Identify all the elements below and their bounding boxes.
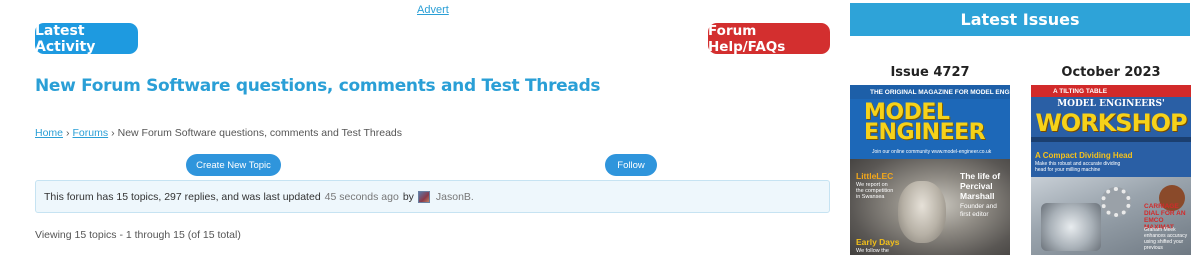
cover-top-strip: THE ORIGINAL MAGAZINE FOR MODEL ENGINEER… <box>850 85 1010 99</box>
page-title: New Forum Software questions, comments a… <box>35 76 601 96</box>
breadcrumb-home-link[interactable]: Home <box>35 127 63 139</box>
advert-link[interactable]: Advert <box>417 4 449 16</box>
follow-button[interactable]: Follow <box>605 154 657 176</box>
issue-label[interactable]: Issue 4727 <box>850 65 1010 85</box>
last-updated-link[interactable]: 45 seconds ago <box>325 191 399 203</box>
cover-right-text: Founder and first editor <box>960 203 997 218</box>
cover-left-text: We report on the competition in Swansea <box>856 182 894 200</box>
cover-logo: MODEL ENGINEER <box>864 102 1004 145</box>
gear-icon <box>1101 187 1131 217</box>
cover-masthead: WORKSHOP <box>1035 109 1187 137</box>
latest-issues-header: Latest Issues <box>850 3 1190 36</box>
cover-bottom-headline: Early Days <box>856 237 900 247</box>
cover-tagline: Join our online community www.model-engi… <box>872 149 992 155</box>
breadcrumb-separator: › <box>66 127 70 139</box>
cover-feature-headline: A Compact Dividing Head <box>1035 151 1133 160</box>
forum-info-box: This forum has 15 topics, 297 replies, a… <box>35 180 830 213</box>
create-new-topic-button[interactable]: Create New Topic <box>186 154 281 176</box>
model-engineer-cover-image[interactable]: THE ORIGINAL MAGAZINE FOR MODEL ENGINEER… <box>850 85 1010 255</box>
cover-band <box>1031 137 1191 142</box>
breadcrumb-forums-link[interactable]: Forums <box>73 127 109 139</box>
issue-card[interactable]: Issue 4727 THE ORIGINAL MAGAZINE FOR MOD… <box>850 65 1010 255</box>
cover-machine-image <box>1041 203 1101 251</box>
issue-card[interactable]: October 2023 A TILTING TABLE MODEL ENGIN… <box>1031 65 1191 255</box>
breadcrumb: Home › Forums › New Forum Software questions… <box>35 127 402 139</box>
user-link[interactable]: JasonB. <box>436 191 474 203</box>
cover-left-headline: LittleLEC <box>856 171 894 181</box>
breadcrumb-separator: › <box>111 127 115 139</box>
viewing-summary: Viewing 15 topics - 1 through 15 (of 15 … <box>35 229 241 241</box>
workshop-cover-image[interactable]: A TILTING TABLE MODEL ENGINEERS' WORKSHO… <box>1031 85 1191 255</box>
breadcrumb-current: New Forum Software questions, comments a… <box>117 127 403 139</box>
forum-info-text: This forum has 15 topics, 297 replies, a… <box>44 190 321 203</box>
forum-help-button[interactable]: Forum Help/FAQs <box>708 23 830 55</box>
issue-label[interactable]: October 2023 <box>1031 65 1191 85</box>
cover-portrait <box>898 181 946 243</box>
forum-info-by: by <box>402 190 414 203</box>
cover-masthead-small: MODEL ENGINEERS' <box>1057 99 1165 109</box>
cover-side-text: Graham Meek enhances accuracy using shif… <box>1144 227 1188 251</box>
latest-activity-button[interactable]: Latest Activity <box>35 23 138 55</box>
cover-top-strip: A TILTING TABLE <box>1031 85 1191 97</box>
cover-bottom-text: We follow the <box>856 248 889 254</box>
cover-logo-line: ENGINEER <box>864 120 986 145</box>
user-avatar[interactable] <box>417 190 430 203</box>
cover-right-headline: The life of Percival Marshall <box>960 171 1001 201</box>
cover-feature-text: Make this robust and accurate dividing h… <box>1035 161 1121 173</box>
